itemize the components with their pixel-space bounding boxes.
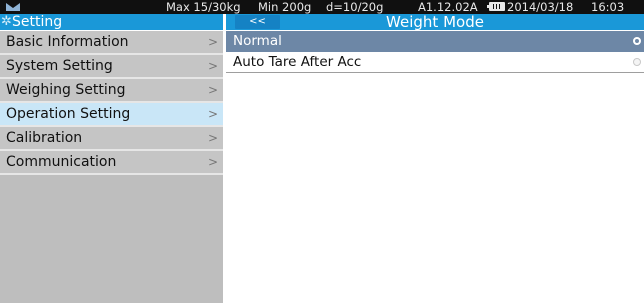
chevron-right-icon: > (207, 155, 218, 169)
division-text: d=10/20g (326, 0, 384, 14)
chevron-right-icon: > (207, 35, 218, 49)
sidebar: Basic Information > System Setting > Wei… (0, 31, 223, 303)
panel-title: Weight Mode (386, 13, 484, 31)
sidebar-item-label: Operation Setting (6, 106, 131, 122)
option-label: Normal (233, 33, 282, 49)
minimum-text: Min 200g (258, 0, 312, 14)
radio-unselected-icon[interactable] (633, 58, 641, 66)
row-divider (226, 72, 644, 73)
back-button[interactable]: << (235, 15, 280, 29)
sidebar-item-communication[interactable]: Communication > (0, 151, 223, 175)
chevron-right-icon: > (207, 107, 218, 121)
chevron-right-icon: > (207, 83, 218, 97)
capacity-text: Max 15/30kg (166, 0, 241, 14)
option-label: Auto Tare After Acc (233, 54, 362, 70)
chevron-right-icon: > (207, 131, 218, 145)
sidebar-item-label: Communication (6, 154, 117, 170)
sidebar-item-calibration[interactable]: Calibration > (0, 127, 223, 151)
sidebar-item-basic-information[interactable]: Basic Information > (0, 31, 223, 55)
option-auto-tare-after-acc[interactable]: Auto Tare After Acc (226, 52, 644, 73)
panel-header: Weight Mode << (226, 14, 644, 30)
version-text: A1.12.02A (418, 0, 478, 14)
battery-icon (487, 2, 505, 11)
sidebar-item-label: System Setting (6, 58, 113, 74)
sidebar-item-operation-setting[interactable]: Operation Setting > (0, 103, 223, 127)
option-normal[interactable]: Normal (226, 31, 644, 52)
time-text: 16:03 (591, 0, 625, 14)
radio-selected-icon[interactable] (633, 37, 641, 45)
sidebar-item-system-setting[interactable]: System Setting > (0, 55, 223, 79)
chevron-right-icon: > (207, 59, 218, 73)
sidebar-item-label: Calibration (6, 130, 83, 146)
status-bar: Max 15/30kg Min 200g d=10/20g A1.12.02A … (0, 0, 644, 14)
sidebar-item-label: Basic Information (6, 34, 129, 50)
gear-icon: ✲ (1, 14, 12, 29)
signal-icon (6, 3, 20, 11)
sidebar-item-label: Weighing Setting (6, 82, 126, 98)
sidebar-item-weighing-setting[interactable]: Weighing Setting > (0, 79, 223, 103)
sidebar-header: ✲ Setting (0, 14, 223, 30)
sidebar-title: Setting (12, 14, 63, 30)
date-text: 2014/03/18 (507, 0, 574, 14)
